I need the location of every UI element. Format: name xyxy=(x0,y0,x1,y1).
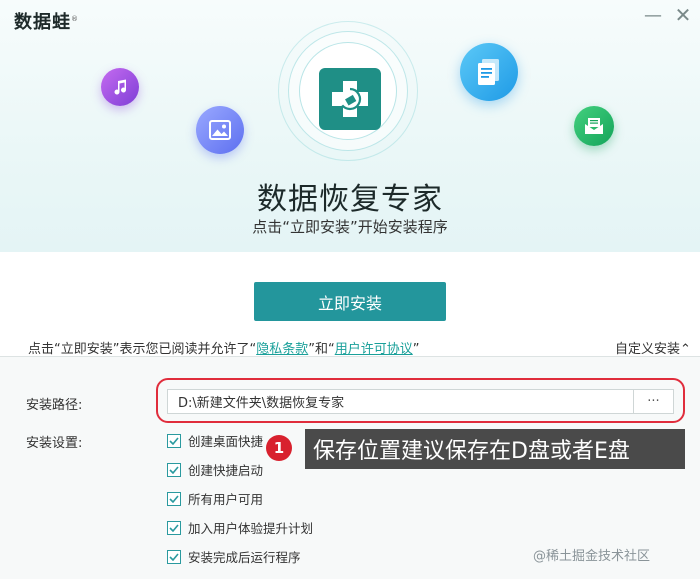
brand-logo: 数据蛙® xyxy=(14,8,79,34)
install-settings-label: 安装设置: xyxy=(26,436,83,451)
license-agreement-link[interactable]: 用户许可协议 xyxy=(335,342,413,357)
close-button[interactable]: ✕ xyxy=(670,3,696,27)
option-label: 安装完成后运行程序 xyxy=(188,550,301,565)
highlight-annotation-box xyxy=(156,378,685,423)
watermark: @稀土掘金技术社区 xyxy=(533,549,651,564)
checkbox-checked-icon[interactable] xyxy=(167,520,181,535)
agreement-suffix: ” xyxy=(412,342,420,357)
agreement-middle: ”和“ xyxy=(308,342,335,357)
chevron-up-icon: ⌃ xyxy=(680,342,691,357)
option-label: 创建快捷启动 xyxy=(188,463,264,478)
app-logo-icon xyxy=(319,68,381,130)
brand-registered-mark: ® xyxy=(71,15,79,23)
agreement-notice: 点击“立即安装”表示您已阅读并允许了“隐私条款”和“用户许可协议” xyxy=(28,338,419,357)
custom-install-toggle[interactable]: 自定义安装⌃ xyxy=(615,338,691,357)
option-create-desktop-shortcut[interactable]: 创建桌面快捷 xyxy=(167,431,263,450)
option-create-quick-launch[interactable]: 创建快捷启动 xyxy=(167,460,263,479)
checkbox-checked-icon[interactable] xyxy=(167,549,181,564)
image-icon xyxy=(196,106,244,154)
music-icon xyxy=(101,68,139,106)
agreement-prefix: 点击“立即安装”表示您已阅读并允许了“ xyxy=(28,342,257,357)
option-label: 加入用户体验提升计划 xyxy=(188,521,314,536)
minimize-button[interactable]: — xyxy=(640,4,666,26)
install-now-button[interactable]: 立即安装 xyxy=(254,282,446,321)
checkbox-checked-icon[interactable] xyxy=(167,462,181,477)
brand-name: 数据蛙 xyxy=(14,12,71,33)
install-path-label: 安装路径: xyxy=(26,398,83,413)
checkbox-checked-icon[interactable] xyxy=(167,433,181,448)
minimize-icon: — xyxy=(644,4,662,26)
mail-icon xyxy=(574,106,614,146)
hero-subtitle: 点击“立即安装”开始安装程序 xyxy=(252,218,448,236)
annotation-number-badge: 1 xyxy=(266,435,292,461)
option-all-users[interactable]: 所有用户可用 xyxy=(167,489,263,508)
option-label: 所有用户可用 xyxy=(188,492,264,507)
option-join-experience-program[interactable]: 加入用户体验提升计划 xyxy=(167,518,313,537)
product-title: 数据恢复专家 xyxy=(257,182,443,217)
checkbox-checked-icon[interactable] xyxy=(167,491,181,506)
hero-banner: 数据蛙® — ✕ 数据恢复专家 点击“立即安装”开始安装程序 xyxy=(0,0,700,252)
privacy-policy-link[interactable]: 隐私条款 xyxy=(256,342,308,357)
document-icon xyxy=(460,43,518,101)
annotation-callout: 保存位置建议保存在D盘或者E盘 xyxy=(305,429,685,469)
option-run-after-install[interactable]: 安装完成后运行程序 xyxy=(167,547,301,566)
custom-install-label: 自定义安装 xyxy=(615,342,681,357)
close-icon: ✕ xyxy=(674,3,692,27)
option-label: 创建桌面快捷 xyxy=(188,434,264,449)
